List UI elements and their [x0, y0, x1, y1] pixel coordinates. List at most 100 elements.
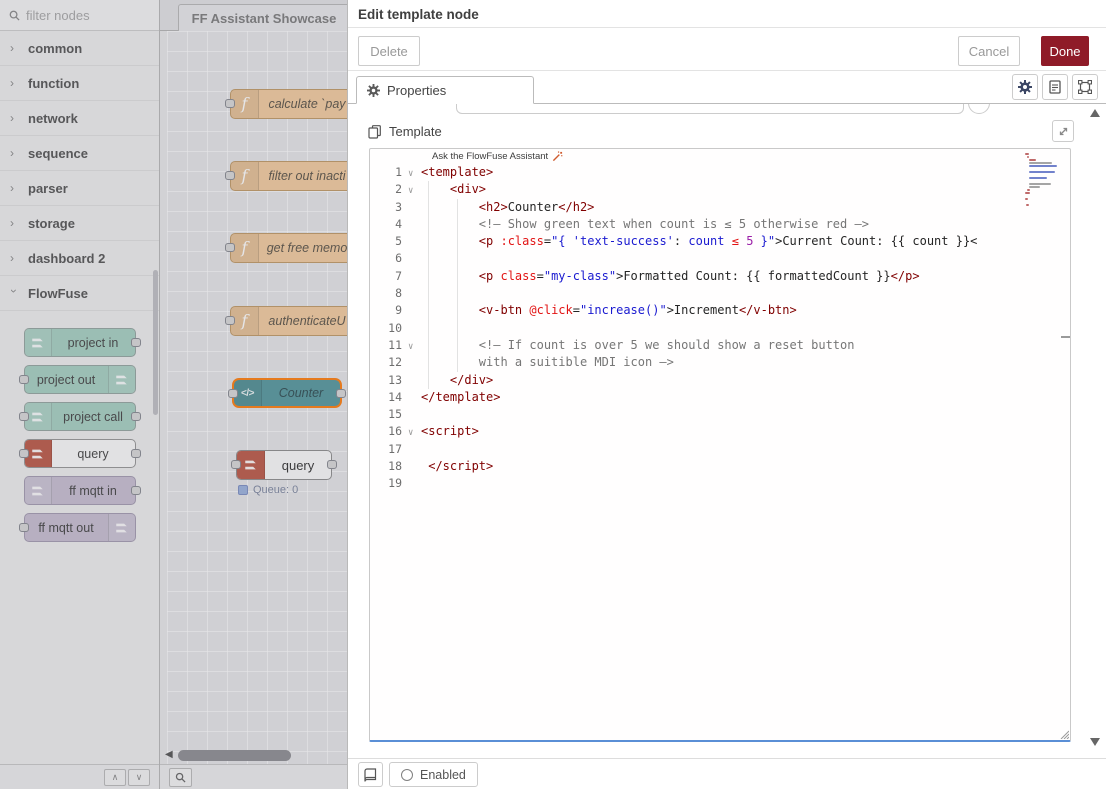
palette-node-project-out[interactable]: project out	[24, 365, 136, 394]
code-line[interactable]: 1∨<template>	[370, 164, 1070, 181]
palette-node-project-call[interactable]: project call	[24, 402, 136, 431]
delete-button[interactable]: Delete	[358, 36, 420, 66]
node-output-port[interactable]	[131, 449, 141, 458]
dialog-footer: Enabled	[348, 758, 1106, 789]
scrolled-button-remnant[interactable]	[968, 104, 990, 114]
dialog-tab-row: Properties	[348, 71, 1106, 104]
node-output-port[interactable]	[131, 338, 141, 347]
done-button[interactable]: Done	[1041, 36, 1089, 66]
scroll-up-arrow-icon[interactable]	[1090, 109, 1100, 117]
code-line[interactable]: 5 <p :class="{ 'text-success': count ≤ 5…	[370, 233, 1070, 250]
palette-node-ff-mqtt-out[interactable]: ff mqtt out	[24, 513, 136, 542]
function-icon: f	[231, 307, 259, 335]
chevron-right-icon: ›	[10, 146, 18, 160]
zoom-search-button[interactable]	[169, 768, 192, 787]
chevron-right-icon: ›	[10, 216, 18, 230]
node-input-port[interactable]	[225, 316, 235, 325]
scrolled-field-remnant[interactable]	[456, 104, 964, 114]
palette-category-common[interactable]: ›common	[0, 31, 159, 66]
chevron-right-icon: ›	[10, 76, 18, 90]
flow-node-get-free-memory[interactable]: f get free memo	[230, 233, 347, 263]
template-code-editor[interactable]: Ask the FlowFuse Assistant 1∨<template>2…	[369, 148, 1071, 742]
code-line[interactable]: 4 <!— Show green text when count is ≤ 5 …	[370, 216, 1070, 233]
node-input-port[interactable]	[19, 523, 29, 532]
search-icon	[9, 10, 20, 21]
assistant-hint[interactable]: Ask the FlowFuse Assistant	[432, 151, 563, 162]
node-output-port[interactable]	[327, 460, 337, 469]
code-line[interactable]: 16∨<script>	[370, 423, 1070, 440]
palette-search-box[interactable]: filter nodes	[0, 0, 159, 31]
code-line[interactable]: 8	[370, 285, 1070, 302]
palette-node-project-in[interactable]: project in	[24, 328, 136, 357]
node-input-port[interactable]	[225, 99, 235, 108]
code-line[interactable]: 15	[370, 406, 1070, 423]
scope-frame-button[interactable]	[1072, 74, 1098, 100]
enabled-label: Enabled	[420, 768, 466, 782]
editor-resize-handle[interactable]	[1059, 729, 1069, 739]
palette-collapse-all-button[interactable]: ∧	[104, 769, 126, 786]
code-line[interactable]: 9 <v-btn @click="increase()">Increment</…	[370, 302, 1070, 319]
code-line[interactable]: 17	[370, 441, 1070, 458]
palette-scrollbar[interactable]	[153, 270, 158, 415]
node-settings-gear-button[interactable]	[1012, 74, 1038, 100]
palette-expand-all-button[interactable]: ∨	[128, 769, 150, 786]
tab-ff-assistant-showcase[interactable]: FF Assistant Showcase	[178, 4, 347, 32]
scroll-down-arrow-icon[interactable]	[1090, 738, 1100, 746]
cancel-button[interactable]: Cancel	[958, 36, 1020, 66]
code-line[interactable]: 19	[370, 475, 1070, 492]
enabled-toggle-button[interactable]: Enabled	[389, 762, 478, 787]
code-line[interactable]: 10	[370, 320, 1070, 337]
node-output-port[interactable]	[336, 389, 346, 398]
expand-editor-button[interactable]	[1052, 120, 1074, 142]
flow-workspace: FF Assistant Showcase f calculate `pay f…	[160, 0, 347, 789]
code-line[interactable]: 14 </template>	[370, 389, 1070, 406]
node-input-port[interactable]	[19, 412, 29, 421]
status-dot-icon	[238, 485, 248, 495]
flowfuse-icon	[25, 477, 52, 504]
palette-category-storage[interactable]: ›storage	[0, 206, 159, 241]
flow-node-authenticate-user[interactable]: f authenticateU	[230, 306, 347, 336]
node-output-port[interactable]	[131, 412, 141, 421]
flow-node-calculate-payload[interactable]: f calculate `pay	[230, 89, 347, 119]
flowfuse-icon	[237, 451, 265, 479]
function-icon: f	[231, 234, 259, 262]
code-line[interactable]: 11∨ <!— If count is over 5 we should sho…	[370, 337, 1070, 354]
hscroll-left-arrow-icon[interactable]: ◀	[165, 749, 173, 760]
code-line[interactable]: 18 </script>	[370, 458, 1070, 475]
horizontal-scrollbar[interactable]	[178, 750, 291, 761]
code-line[interactable]: 2∨ <div>	[370, 181, 1070, 198]
code-line[interactable]: 7 <p class="my-class">Formatted Count: {…	[370, 268, 1070, 285]
palette-node-ff-mqtt-in[interactable]: ff mqtt in	[24, 476, 136, 505]
flow-node-query[interactable]: query	[236, 450, 332, 480]
palette-category-function[interactable]: ›function	[0, 66, 159, 101]
flow-node-counter-selected[interactable]: </> Counter	[232, 378, 342, 408]
node-input-port[interactable]	[228, 389, 238, 398]
docs-book-button[interactable]	[358, 762, 383, 787]
palette-category-network[interactable]: ›network	[0, 101, 159, 136]
workspace-tab-bar: FF Assistant Showcase	[160, 0, 347, 31]
node-red-editor: filter nodes ›common ›function ›network …	[0, 0, 1106, 789]
palette-node-query[interactable]: query	[24, 439, 136, 468]
node-input-port[interactable]	[225, 243, 235, 252]
editor-minimap[interactable]	[1025, 153, 1061, 210]
node-input-port[interactable]	[19, 375, 29, 384]
description-doc-button[interactable]	[1042, 74, 1068, 100]
palette-category-flowfuse[interactable]: ›FlowFuse	[0, 276, 159, 311]
code-line[interactable]: 13 </div>	[370, 372, 1070, 389]
flow-canvas[interactable]: f calculate `pay f filter out inacti f g…	[167, 31, 347, 764]
node-input-port[interactable]	[231, 460, 241, 469]
code-line[interactable]: 6	[370, 250, 1070, 267]
function-icon: f	[231, 90, 259, 118]
code-line[interactable]: 12 with a suitible MDI icon —>	[370, 354, 1070, 371]
flow-node-filter-out-inactive[interactable]: f filter out inacti	[230, 161, 347, 191]
node-input-port[interactable]	[225, 171, 235, 180]
tab-properties[interactable]: Properties	[356, 76, 534, 104]
palette-category-dashboard2[interactable]: ›dashboard 2	[0, 241, 159, 276]
copy-pages-icon	[368, 125, 382, 139]
code-line[interactable]: 3 <h2>Counter</h2>	[370, 199, 1070, 216]
node-output-port[interactable]	[131, 486, 141, 495]
node-input-port[interactable]	[19, 449, 29, 458]
palette-category-sequence[interactable]: ›sequence	[0, 136, 159, 171]
palette-category-parser[interactable]: ›parser	[0, 171, 159, 206]
node-palette: filter nodes ›common ›function ›network …	[0, 0, 160, 789]
